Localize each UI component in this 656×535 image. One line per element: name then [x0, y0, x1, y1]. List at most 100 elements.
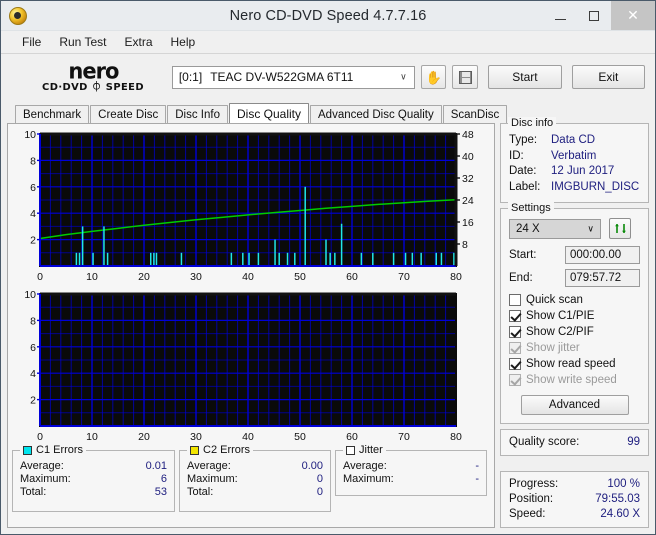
minimize-button[interactable]: [543, 1, 577, 30]
svg-text:48: 48: [462, 129, 474, 141]
disc-type-row: Type: Data CD: [509, 133, 640, 149]
nero-logo: nero CD·DVD ⏀ SPEED: [1, 58, 160, 93]
statistics-row: C1 Errors Average: 0.01 Maximum: 6 Total…: [12, 444, 490, 512]
svg-text:70: 70: [398, 271, 410, 283]
exit-button[interactable]: Exit: [571, 65, 646, 89]
c2-maximum-row: Maximum: 0: [187, 473, 323, 486]
tab-advanced-disc-quality[interactable]: Advanced Disc Quality: [310, 105, 442, 123]
quick-scan-row[interactable]: Quick scan: [509, 292, 640, 308]
show-c2-pif-checkbox[interactable]: [509, 326, 521, 338]
svg-text:40: 40: [242, 431, 254, 443]
c2-maximum-label: Maximum:: [187, 473, 238, 485]
quality-score-row: Quality score: 99: [509, 435, 640, 450]
disc-type-label: Type:: [509, 134, 538, 146]
show-read-speed-checkbox[interactable]: [509, 358, 521, 370]
refresh-button[interactable]: [609, 218, 631, 239]
svg-text:50: 50: [294, 431, 306, 443]
c2-errors-legend: C2 Errors: [187, 444, 254, 456]
svg-text:20: 20: [138, 271, 150, 283]
show-c1-pie-row[interactable]: Show C1/PIE: [509, 308, 640, 324]
show-jitter-checkbox: [509, 342, 521, 354]
c2-errors-box: C2 Errors Average: 0.00 Maximum: 0 Total…: [179, 444, 331, 512]
c1-maximum-row: Maximum: 6: [20, 473, 167, 486]
jitter-title: Jitter: [359, 444, 383, 456]
progress-panel: Progress: 100 % Position: 79:55.03 Speed…: [500, 471, 649, 528]
disc-label-value: IMGBURN_DISC: [551, 180, 640, 193]
quick-scan-label: Quick scan: [526, 294, 583, 306]
jitter-average-label: Average:: [343, 460, 387, 472]
svg-text:4: 4: [30, 208, 36, 220]
disc-id-label: ID:: [509, 149, 524, 162]
show-jitter-label: Show jitter: [526, 342, 580, 354]
start-input[interactable]: 000:00.00: [565, 246, 640, 264]
svg-text:24: 24: [462, 195, 474, 207]
svg-text:10: 10: [24, 129, 36, 141]
svg-text:80: 80: [450, 431, 462, 443]
drive-select[interactable]: [0:1] TEAC DV-W522GMA 6T11 ∨: [171, 65, 415, 89]
svg-text:30: 30: [190, 271, 202, 283]
menu-run-test[interactable]: Run Test: [50, 33, 115, 51]
speed-select[interactable]: 24 X ∨: [509, 218, 601, 239]
c1-chart: 2 4 6 8 10 8 16 24 32 40 48 0 10 20 30 40 50 60 70 80: [12, 128, 490, 286]
show-c2-pif-row[interactable]: Show C2/PIF: [509, 324, 640, 340]
disc-id-row: ID: Verbatim: [509, 149, 640, 165]
c2-chart-svg: 2 4 6 8 10 0 10 20 30 40 50 60 70 80: [24, 289, 462, 443]
c1-total-row: Total: 53: [20, 486, 167, 499]
eject-button[interactable]: ✋: [420, 65, 447, 89]
svg-text:70: 70: [398, 431, 410, 443]
floppy-save-icon: [458, 70, 472, 84]
svg-text:10: 10: [86, 271, 98, 283]
c2-chart: 2 4 6 8 10 0 10 20 30 40 50 60 70 80: [12, 288, 490, 446]
disc-date-value: 12 Jun 2017: [551, 165, 615, 177]
end-input[interactable]: 079:57.72: [565, 269, 640, 287]
progress-value: 100 %: [607, 478, 640, 490]
nero-app-icon: [9, 6, 27, 25]
c1-total-label: Total:: [20, 486, 47, 498]
tab-benchmark[interactable]: Benchmark: [15, 105, 90, 123]
maximize-button[interactable]: [577, 1, 611, 30]
refresh-icon: [614, 224, 626, 233]
c2-total-label: Total:: [187, 486, 214, 498]
svg-text:20: 20: [138, 431, 150, 443]
tab-disc-info[interactable]: Disc Info: [167, 105, 228, 123]
content-area: 2 4 6 8 10 8 16 24 32 40 48 0 10 20 30 40 50 60 70 80 24681…: [1, 117, 655, 534]
disc-info-panel: Disc info Type: Data CD ID: Verbatim Dat…: [500, 117, 649, 203]
show-write-speed-checkbox: [509, 374, 521, 386]
menu-file[interactable]: File: [13, 33, 50, 51]
show-write-speed-label: Show write speed: [526, 374, 617, 386]
close-button[interactable]: ✕: [611, 1, 655, 30]
show-read-speed-row[interactable]: Show read speed: [509, 356, 640, 372]
position-label: Position:: [509, 493, 554, 505]
jitter-average-value: -: [475, 460, 479, 472]
save-button[interactable]: [452, 65, 479, 89]
disc-info-legend: Disc info: [508, 117, 557, 129]
menu-extra[interactable]: Extra: [115, 33, 161, 51]
tab-disc-quality[interactable]: Disc Quality: [229, 103, 310, 123]
svg-text:0: 0: [37, 271, 43, 283]
show-c1-pie-label: Show C1/PIE: [526, 310, 595, 322]
show-c1-pie-checkbox[interactable]: [509, 310, 521, 322]
svg-text:40: 40: [462, 151, 474, 163]
advanced-button[interactable]: Advanced: [520, 395, 629, 415]
disc-label-row: Label: IMGBURN_DISC: [509, 180, 640, 196]
tab-create-disc[interactable]: Create Disc: [90, 105, 167, 123]
c2-average-row: Average: 0.00: [187, 460, 323, 473]
end-row: End: 079:57.72: [509, 269, 640, 287]
menu-help[interactable]: Help: [162, 33, 205, 51]
c2-color-swatch: [190, 445, 199, 455]
quick-scan-checkbox[interactable]: [509, 294, 521, 306]
c2-maximum-value: 0: [316, 473, 323, 485]
menu-bar: File Run Test Extra Help: [1, 31, 655, 53]
c1-average-label: Average:: [20, 460, 64, 472]
side-spacer: [500, 461, 649, 471]
c1-color-swatch: [23, 445, 32, 455]
svg-text:40: 40: [242, 271, 254, 283]
svg-text:8: 8: [462, 239, 468, 251]
start-button[interactable]: Start: [488, 65, 562, 89]
c1-average-value: 0.01: [145, 460, 167, 472]
app-window: Nero CD-DVD Speed 4.7.7.16 ✕ File Run Te…: [0, 0, 656, 535]
nero-wordmark: nero: [68, 58, 119, 84]
tab-scandisc[interactable]: ScanDisc: [442, 105, 508, 123]
c1-maximum-label: Maximum:: [20, 473, 71, 485]
svg-text:6: 6: [30, 342, 36, 354]
